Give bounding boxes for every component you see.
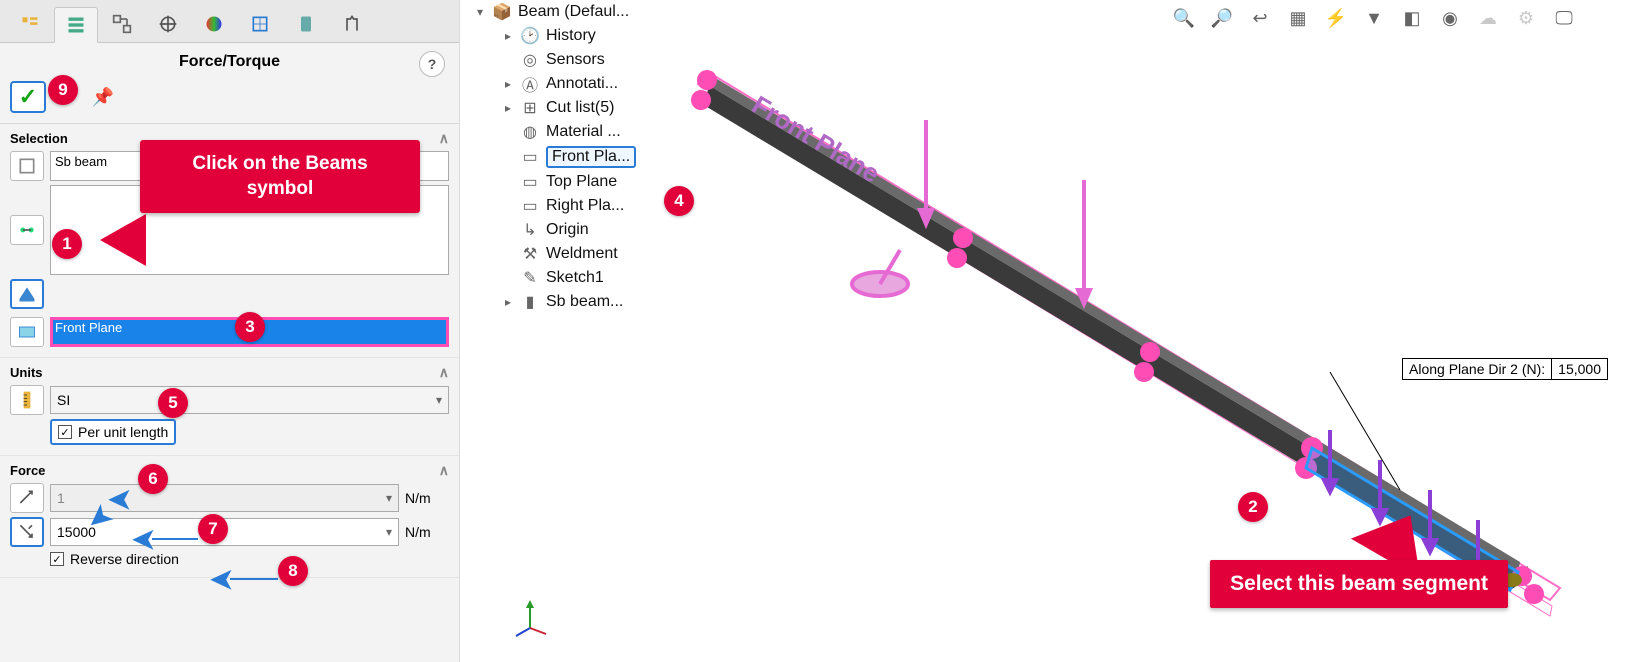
collapse-units[interactable]: ∧ (439, 364, 449, 381)
force-indicator-tooltip: Along Plane Dir 2 (N): 15,000 (1402, 358, 1608, 380)
force-header: Force (10, 463, 45, 478)
callout-select-segment: Select this beam segment (1210, 560, 1508, 608)
tab-study-2[interactable] (284, 6, 328, 42)
panel-tabbar (0, 0, 459, 43)
force-dir2-unit: N/m (405, 524, 449, 540)
force-indicator-label: Along Plane Dir 2 (N): (1403, 359, 1552, 379)
ok-button[interactable]: ✓ (10, 81, 46, 113)
collapse-selection[interactable]: ∧ (439, 130, 449, 147)
annotation-badge-3: 3 (235, 312, 265, 342)
force-dir1-icon[interactable] (10, 483, 44, 513)
tab-study-3[interactable] (330, 6, 374, 42)
tab-feature-manager[interactable] (8, 6, 52, 42)
selection-header: Selection (10, 131, 68, 146)
reference-plane-icon[interactable] (10, 317, 44, 347)
panel-title: Force/Torque (179, 53, 280, 71)
reverse-direction-label: Reverse direction (70, 551, 179, 567)
annotation-badge-4: 4 (664, 186, 694, 216)
callout-beams-tail (100, 214, 146, 266)
annotation-badge-6: 6 (138, 464, 168, 494)
per-unit-length-checkbox[interactable]: ✓ Per unit length (50, 419, 176, 445)
units-value: SI (57, 392, 70, 408)
tab-study-1[interactable] (238, 6, 282, 42)
tab-dimxpert[interactable] (146, 6, 190, 42)
force-dir1-value: 1 (57, 490, 65, 506)
tab-property-manager[interactable] (54, 7, 98, 43)
force-dir1-input[interactable]: 1▾ (50, 484, 399, 512)
units-icon (10, 385, 44, 415)
collapse-force[interactable]: ∧ (439, 462, 449, 479)
callout-beams-symbol: Click on the Beams symbol (140, 140, 420, 213)
units-header: Units (10, 365, 43, 380)
force-indicator-value: 15,000 (1552, 359, 1607, 379)
select-other-button[interactable] (10, 215, 44, 245)
force-dir2-icon[interactable] (10, 517, 44, 547)
annotation-badge-8: 8 (278, 556, 308, 586)
property-manager-panel: Force/Torque ? ✓ 9 📌 Selection∧ Sb beam (0, 0, 460, 662)
units-dropdown[interactable]: SI▾ (50, 386, 449, 414)
reverse-direction-checkbox[interactable]: ✓ Reverse direction (50, 551, 179, 567)
force-dir2-value: 15000 (57, 524, 96, 540)
annotation-badge-7: 7 (198, 514, 228, 544)
select-beams-button[interactable] (10, 279, 44, 309)
help-button[interactable]: ? (419, 51, 445, 77)
graphics-area[interactable]: 🔍 🔎 ↩ ▦ ⚡ ▼ ◧ ◉ ☁ ⚙ 🖵 ▾ 📦 Beam (Defaul..… (460, 0, 1638, 662)
annotation-badge-1: 1 (52, 229, 82, 259)
per-unit-length-label: Per unit length (78, 424, 168, 440)
select-joints-button[interactable] (10, 151, 44, 181)
annotation-badge-5: 5 (158, 388, 188, 418)
annotation-badge-2: 2 (1238, 492, 1268, 522)
origin-triad-icon (510, 598, 550, 638)
tab-configuration-manager[interactable] (100, 6, 144, 42)
pin-button[interactable]: 📌 (92, 86, 114, 108)
tab-display-manager[interactable] (192, 6, 236, 42)
annotation-badge-9: 9 (48, 75, 78, 105)
force-dir1-unit: N/m (405, 490, 449, 506)
